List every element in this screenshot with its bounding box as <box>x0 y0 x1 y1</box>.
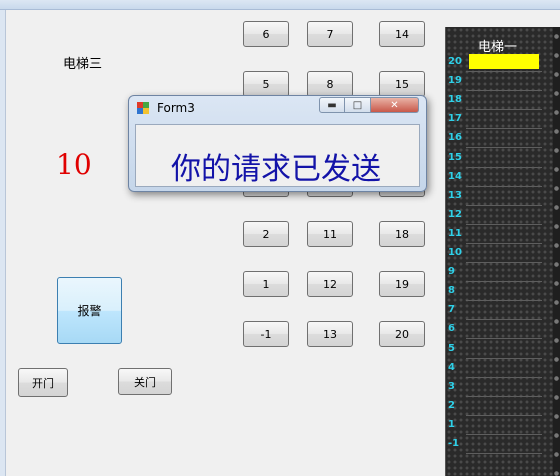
shaft-floor-label: 9 <box>448 266 455 278</box>
shaft-floor-divider <box>466 433 542 435</box>
shaft-floor-label: 1 <box>448 418 455 430</box>
floor-button-1[interactable]: 1 <box>243 271 289 297</box>
floor-button-12[interactable]: 12 <box>307 271 353 297</box>
elevator-car <box>469 54 539 69</box>
shaft-floor-divider <box>466 90 542 92</box>
shaft-floor-divider <box>466 395 542 397</box>
shaft-floor-label: 5 <box>448 342 455 354</box>
shaft-floor-divider <box>466 242 542 244</box>
shaft-floor-label: 7 <box>448 304 455 316</box>
shaft-floor-label: 10 <box>448 247 462 258</box>
shaft-floor-divider <box>466 281 542 283</box>
shaft-floor-divider <box>466 414 542 416</box>
shaft-floor-label: 19 <box>448 75 462 87</box>
shaft-floor-label: 17 <box>448 113 462 125</box>
floor-button-14[interactable]: 14 <box>379 21 425 47</box>
shaft-floor-divider <box>466 338 542 340</box>
app-icon <box>137 102 150 114</box>
shaft-floor-label: 8 <box>448 285 455 297</box>
shaft-floor-divider <box>466 357 542 359</box>
elevator-title: 电梯三 <box>63 57 103 72</box>
shaft-floor-label: 2 <box>448 399 455 411</box>
form3-dialog[interactable]: Form3 ▬ □ ✕ 你的请求已发送 <box>128 95 427 192</box>
shaft-floor-divider <box>466 71 542 72</box>
dialog-message: 你的请求已发送 <box>171 152 381 187</box>
window-title-strip <box>0 0 560 10</box>
close-door-button[interactable]: 关门 <box>118 368 172 395</box>
floor-button-18[interactable]: 18 <box>379 221 425 247</box>
floor-button-2[interactable]: 2 <box>243 221 289 247</box>
shaft-floor-label: 3 <box>448 380 455 392</box>
shaft-floor-divider <box>466 223 542 225</box>
floor-button-15[interactable]: 15 <box>379 71 425 97</box>
shaft-floor-label: 18 <box>448 94 462 106</box>
floor-button-11[interactable]: 11 <box>307 221 353 247</box>
floor-button-13[interactable]: 13 <box>307 321 353 347</box>
dialog-title: Form3 <box>157 101 195 115</box>
floor-button-6[interactable]: 6 <box>243 21 289 47</box>
maximize-icon[interactable]: □ <box>345 97 371 113</box>
dialog-client-area: 你的请求已发送 <box>135 124 420 187</box>
shaft-floor-label: 11 <box>448 227 462 239</box>
shaft-floor-label: 14 <box>448 170 462 182</box>
floor-button-7[interactable]: 7 <box>307 21 353 47</box>
current-floor-display: 10 <box>56 148 92 181</box>
open-door-button[interactable]: 开门 <box>18 368 68 397</box>
shaft-floor-label: 15 <box>448 151 462 163</box>
shaft-floor-label: 20 <box>448 56 462 67</box>
floor-button-20[interactable]: 20 <box>379 321 425 347</box>
shaft-floor-divider <box>466 453 542 454</box>
shaft-floor-divider <box>466 166 542 168</box>
shaft-floor-label: 13 <box>448 189 462 201</box>
alarm-button[interactable]: 报警 <box>57 277 122 344</box>
shaft-floor-divider <box>466 147 542 149</box>
shaft-floor-divider <box>466 300 542 302</box>
floor-button-8[interactable]: 8 <box>307 71 353 97</box>
shaft-floor-label: 16 <box>448 132 462 144</box>
shaft-floor-divider <box>466 185 542 187</box>
shaft-floor-divider <box>466 376 542 378</box>
floor-button-minus1[interactable]: -1 <box>243 321 289 347</box>
shaft-floor-label: 12 <box>448 208 462 220</box>
floor-button-19[interactable]: 19 <box>379 271 425 297</box>
close-icon[interactable]: ✕ <box>371 97 419 113</box>
floor-button-5[interactable]: 5 <box>243 71 289 97</box>
shaft-rail <box>553 27 560 476</box>
shaft-floor-divider <box>466 262 542 263</box>
shaft-floor-label: -1 <box>448 438 460 449</box>
shaft-floor-divider <box>466 109 542 111</box>
shaft-title: 电梯一 <box>478 40 518 55</box>
minimize-icon[interactable]: ▬ <box>319 97 345 113</box>
shaft-floor-label: 6 <box>448 323 455 335</box>
shaft-floor-divider <box>466 319 542 321</box>
shaft-floor-label: 4 <box>448 361 455 373</box>
shaft-floor-divider <box>466 204 542 206</box>
shaft-floor-divider <box>466 128 542 130</box>
